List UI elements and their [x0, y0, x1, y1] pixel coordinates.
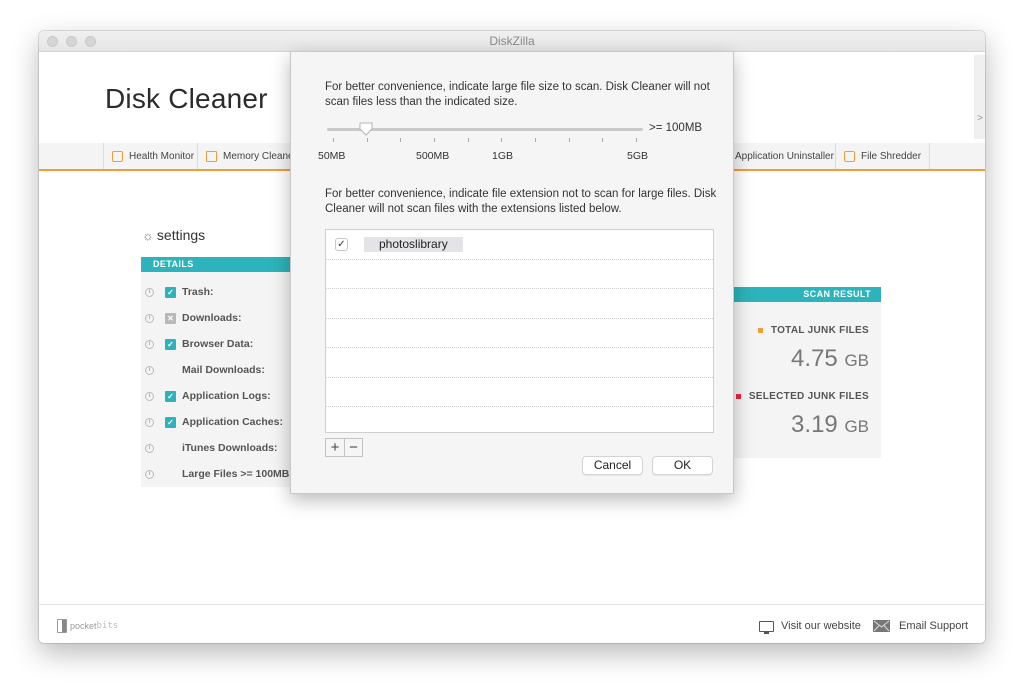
- checkbox-disabled[interactable]: ✕: [165, 312, 176, 324]
- size-slider-track[interactable]: [327, 128, 643, 131]
- list-item-empty: [326, 348, 713, 378]
- size-slider-thumb[interactable]: [359, 122, 373, 136]
- total-junk-value: 4.75 GB: [791, 345, 869, 372]
- total-junk-label: TOTAL JUNK FILES: [757, 325, 869, 336]
- selected-junk-label: SELECTED JUNK FILES: [735, 391, 869, 402]
- visit-website-link[interactable]: Visit our website: [759, 620, 861, 634]
- info-icon[interactable]: i: [145, 391, 154, 401]
- slider-tick: [333, 138, 334, 142]
- settings-title: ☼ settings: [142, 227, 205, 243]
- scan-result-panel: SCAN RESULT TOTAL JUNK FILES 4.75 GB SEL…: [733, 287, 881, 458]
- checkbox-checked[interactable]: ✓: [165, 338, 176, 350]
- gear-icon: ☼: [142, 227, 154, 243]
- extension-name[interactable]: photoslibrary: [364, 237, 463, 252]
- list-item-empty: [326, 378, 713, 407]
- email-support-link[interactable]: Email Support: [873, 620, 968, 632]
- pocketbits-logo-icon: [57, 619, 67, 633]
- window-title: DiskZilla: [489, 34, 535, 48]
- extension-checkbox[interactable]: ✓: [335, 238, 348, 251]
- slider-tick: [467, 138, 469, 142]
- selected-junk-value: 3.19 GB: [791, 411, 869, 438]
- side-panel-toggle[interactable]: >: [974, 55, 985, 139]
- slider-tick: [366, 138, 368, 142]
- checkbox-checked[interactable]: ✓: [165, 286, 176, 298]
- add-remove-control: + −: [325, 438, 363, 457]
- tick-label: 1GB: [492, 150, 514, 162]
- monitor-icon: [206, 150, 217, 162]
- slider-tick: [434, 138, 435, 142]
- info-icon[interactable]: i: [145, 443, 154, 453]
- list-item-empty: [326, 260, 713, 289]
- info-icon[interactable]: i: [145, 313, 154, 323]
- list-item-empty: [326, 289, 713, 319]
- add-extension-button[interactable]: +: [326, 439, 344, 456]
- tab-application-uninstaller[interactable]: Application Uninstaller: [727, 143, 842, 169]
- tab-health-monitor[interactable]: Health Monitor: [103, 143, 202, 169]
- slider-tick: [602, 138, 604, 142]
- cancel-button[interactable]: Cancel: [582, 456, 643, 475]
- ok-button[interactable]: OK: [652, 456, 713, 475]
- title-bar: DiskZilla: [39, 31, 985, 52]
- large-files-dialog: For better convenience, indicate large f…: [290, 52, 734, 494]
- slider-tick: [501, 138, 503, 142]
- settings-label: settings: [156, 227, 206, 243]
- trash-icon: [844, 150, 855, 162]
- scan-result-header: SCAN RESULT: [734, 287, 881, 302]
- tab-file-shredder[interactable]: File Shredder: [835, 143, 931, 169]
- selected-legend-dot: [735, 394, 741, 399]
- slider-tick: [535, 138, 536, 142]
- brand-logo: pocket bits: [57, 619, 118, 633]
- tick-label: 5GB: [627, 150, 649, 162]
- extension-description: For better convenience, indicate file ex…: [325, 188, 717, 215]
- slider-tick: [568, 138, 570, 142]
- page-title: Disk Cleaner: [105, 83, 268, 114]
- info-icon[interactable]: i: [145, 287, 154, 297]
- extension-list: ✓ photoslibrary: [325, 229, 714, 433]
- tick-label: 50MB: [318, 150, 346, 162]
- checkbox-checked[interactable]: ✓: [165, 390, 176, 402]
- total-legend-dot: [757, 328, 763, 333]
- tab-label: Application Uninstaller: [735, 150, 834, 162]
- size-description: For better convenience, indicate large f…: [325, 81, 710, 108]
- list-item-empty: [326, 319, 713, 348]
- info-icon[interactable]: i: [145, 417, 154, 427]
- tab-memory-cleaner[interactable]: Memory Cleaner: [197, 143, 305, 169]
- checkbox-checked[interactable]: ✓: [165, 416, 176, 428]
- list-item[interactable]: ✓ photoslibrary: [326, 230, 713, 260]
- slider-value-label: >= 100MB: [649, 122, 703, 134]
- chevron-right-icon: >: [977, 113, 983, 124]
- tick-label: 500MB: [416, 150, 450, 162]
- footer: pocket bits Visit our website Email Suppo…: [39, 604, 985, 643]
- remove-extension-button[interactable]: −: [344, 439, 362, 456]
- tab-label: File Shredder: [861, 150, 922, 162]
- mail-icon: [873, 620, 890, 632]
- tab-label: Memory Cleaner: [223, 150, 297, 162]
- monitor-icon: [759, 620, 774, 634]
- list-icon: [112, 150, 123, 162]
- slider-tick: [636, 138, 637, 142]
- info-icon[interactable]: i: [145, 469, 154, 479]
- info-icon[interactable]: i: [145, 339, 154, 349]
- tab-label: Health Monitor: [129, 150, 195, 162]
- slider-tick: [400, 138, 402, 142]
- info-icon[interactable]: i: [145, 365, 154, 375]
